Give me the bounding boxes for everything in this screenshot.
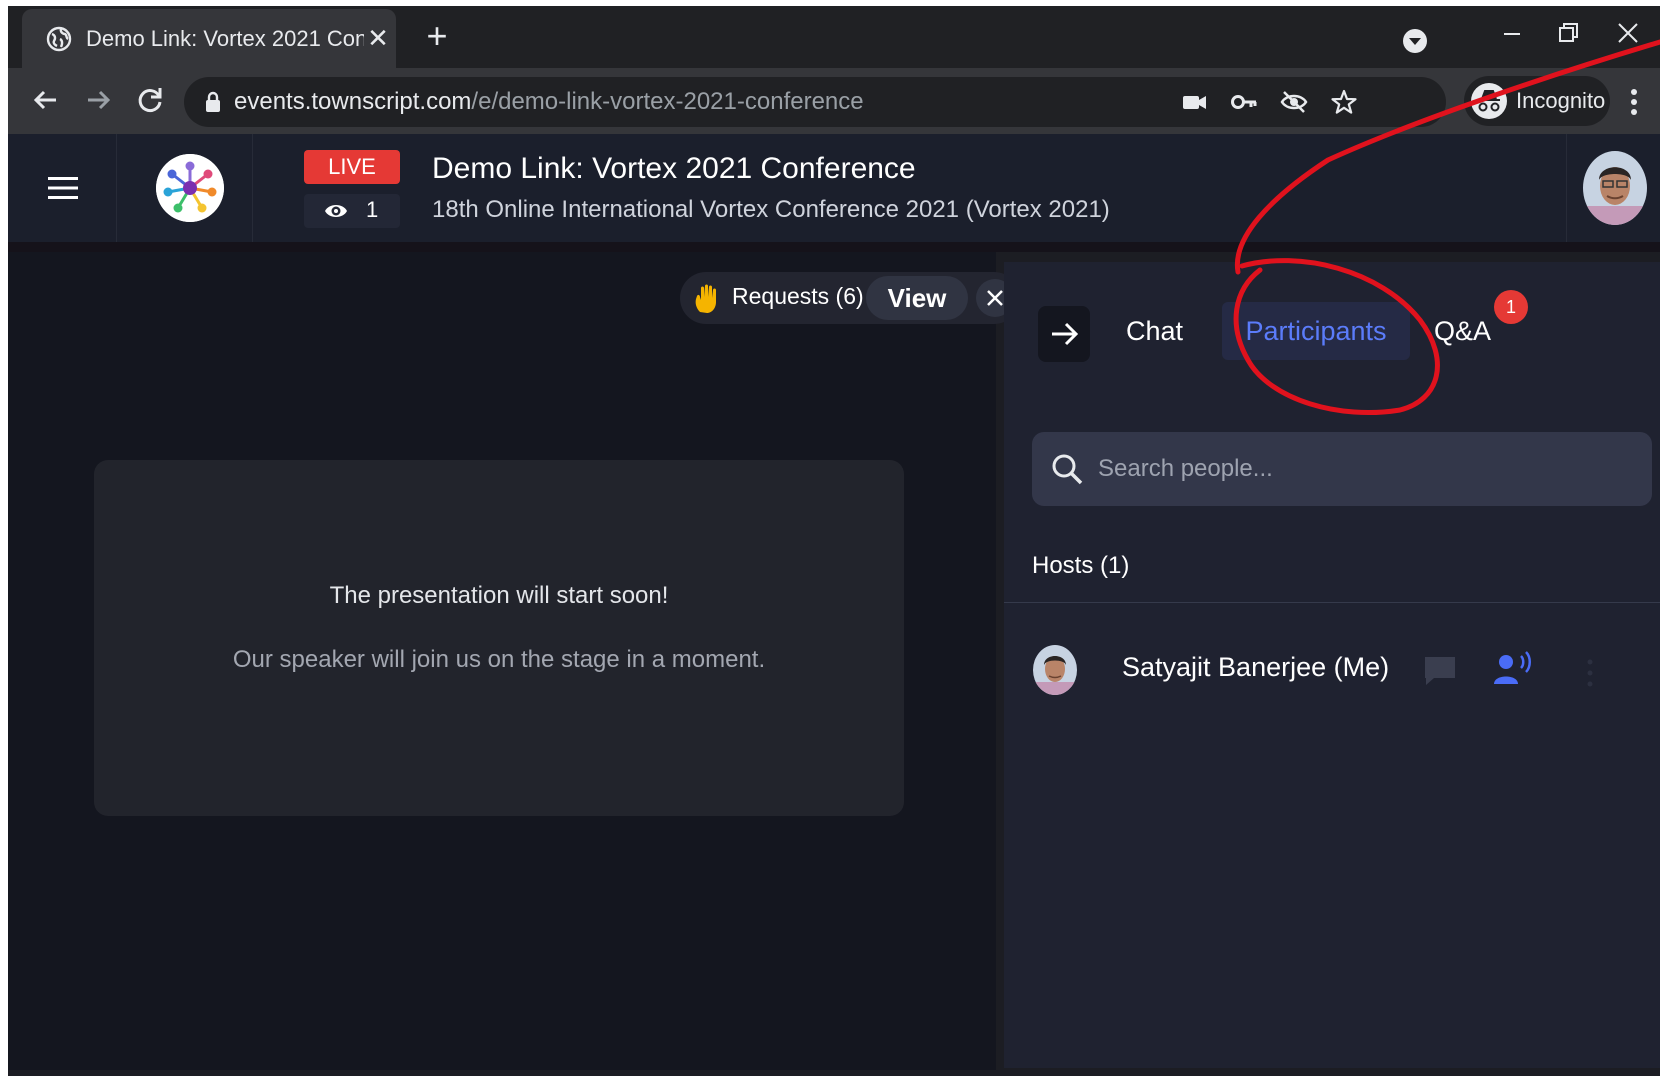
star-icon[interactable] [1330,88,1358,116]
screenshot-root: Demo Link: Vortex 2021 Conferer ✕ + even… [0,0,1660,1076]
forward-icon[interactable] [78,80,118,120]
address-bar[interactable]: events.townscript.com/e/demo-link-vortex… [184,77,1446,127]
browser-tab[interactable]: Demo Link: Vortex 2021 Conferer ✕ [22,9,396,68]
presentation-placeholder: The presentation will start soon! Our sp… [94,460,904,816]
browser-window: Demo Link: Vortex 2021 Conferer ✕ + even… [8,6,1660,1076]
reload-icon[interactable] [130,80,170,120]
url-text: events.townscript.com/e/demo-link-vortex… [234,88,864,118]
eye-off-icon[interactable] [1280,88,1308,116]
search-input[interactable] [1098,452,1618,486]
lock-icon [206,91,220,112]
close-icon[interactable]: ✕ [364,24,392,52]
browser-toolbar: events.townscript.com/e/demo-link-vortex… [8,68,1660,134]
participants-panel: Chat Participants Q&A 1 Hosts (1) Satyaj… [1004,262,1660,1068]
arrow-right-icon[interactable] [1038,306,1090,362]
eye-icon [325,205,347,217]
viewer-count-badge: 1 [304,194,400,228]
more-vert-icon[interactable] [1622,82,1646,122]
incognito-icon [1471,83,1507,119]
placeholder-title: The presentation will start soon! [329,582,669,609]
tab-qa[interactable]: Q&A [1434,316,1491,347]
avatar[interactable] [1582,150,1648,226]
hamburger-icon[interactable] [46,174,80,202]
speaker-icon[interactable] [1492,650,1534,688]
requests-label: Requests (6) [732,283,864,309]
event-subtitle: 18th Online International Vortex Confere… [432,196,1110,223]
window-close-icon[interactable] [1608,16,1648,52]
requests-pill: Requests (6) View [680,272,1020,324]
app-header: LIVE 1 Demo Link: Vortex 2021 Conference… [8,134,1660,242]
key-icon[interactable] [1230,88,1258,116]
camera-icon[interactable] [1180,88,1208,116]
tab-strip: Demo Link: Vortex 2021 Conferer ✕ + [8,6,1660,68]
search-icon [1052,454,1083,485]
viewer-count: 1 [366,197,379,222]
event-logo [156,154,224,222]
url-path: /e/demo-link-vortex-2021-conference [471,88,864,115]
tab-chat[interactable]: Chat [1126,316,1183,347]
qa-notification-badge: 1 [1494,290,1528,324]
header-divider [1566,134,1567,242]
back-icon[interactable] [26,80,66,120]
more-icon[interactable] [1584,656,1596,690]
raised-hand-icon [695,284,716,313]
stage-area: The presentation will start soon! Our sp… [8,252,996,1070]
incognito-chip[interactable]: Incognito [1464,76,1610,126]
header-divider [116,134,117,242]
participant-row[interactable]: Satyajit Banerjee (Me) [1004,622,1660,712]
event-title: Demo Link: Vortex 2021 Conference [432,152,916,185]
hosts-section-header: Hosts (1) [1032,552,1130,579]
view-requests-button[interactable]: View [866,276,968,320]
incognito-label: Incognito [1516,88,1606,113]
plus-icon[interactable]: + [420,18,454,54]
tab-participants[interactable]: Participants [1222,302,1410,360]
chat-bubble-icon[interactable] [1422,654,1458,688]
minimize-icon[interactable] [1492,16,1532,52]
participant-name: Satyajit Banerjee (Me) [1122,652,1390,682]
live-badge: LIVE [304,150,400,184]
section-divider [1004,602,1660,603]
header-divider [252,134,253,242]
url-host: events.townscript.com [234,88,472,115]
tab-search-icon[interactable] [1400,26,1430,56]
avatar [1033,645,1077,695]
globe-icon [46,26,72,52]
restore-icon[interactable] [1548,16,1588,52]
tab-title: Demo Link: Vortex 2021 Conferer [86,26,364,51]
header-separator [8,242,1660,252]
search-box [1032,432,1652,506]
placeholder-subtitle: Our speaker will join us on the stage in… [232,646,766,673]
